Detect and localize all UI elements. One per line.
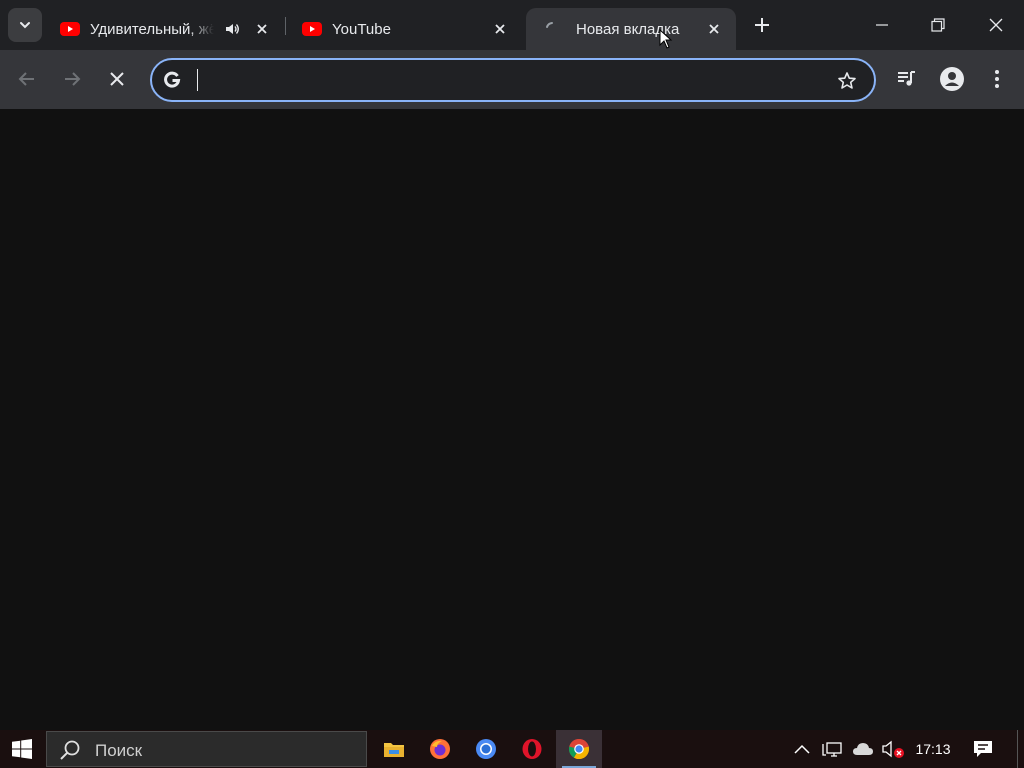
omnibox[interactable] [150,58,876,102]
back-button[interactable] [10,62,44,96]
bookmark-star-button[interactable] [833,67,861,95]
taskbar-app-firefox[interactable] [417,730,463,768]
search-placeholder: Поиск [95,741,143,760]
new-tab-button[interactable] [746,10,778,40]
toolbar [0,50,1024,109]
more-vert-icon [995,70,999,88]
close-window-button[interactable] [968,0,1024,50]
show-desktop-button[interactable] [1017,730,1018,768]
loading-spinner-icon [542,19,562,39]
media-queue-icon [898,71,915,86]
close-tab-icon[interactable] [488,17,512,41]
file-explorer-icon [384,743,404,757]
chevron-down-icon [20,22,30,29]
avatar-icon [940,67,964,91]
taskbar-app-file-explorer[interactable] [371,730,417,768]
windows-logo-icon [12,739,32,759]
close-icon [989,18,1003,32]
restore-button[interactable] [910,0,966,50]
tab-new-tab[interactable]: Новая вкладка [526,8,736,50]
page-content [0,109,1024,730]
taskbar-app-chromium[interactable] [463,730,509,768]
youtube-icon [302,19,322,39]
taskbar-app-opera[interactable] [509,730,555,768]
search-icon [60,740,80,760]
taskbar-app-chrome[interactable] [556,730,602,768]
tab-youtube[interactable]: YouTube [286,8,522,50]
action-center-button[interactable] [968,730,998,768]
forward-button[interactable] [55,62,89,96]
tab-title: Новая вкладка [576,20,680,38]
close-icon [110,72,124,86]
start-button[interactable] [0,730,44,768]
close-tab-icon[interactable] [250,17,274,41]
arrow-right-icon [65,72,81,86]
mouse-cursor-icon [659,29,673,49]
onedrive-tray-button[interactable] [850,730,876,768]
media-controls-button[interactable] [890,62,924,96]
tab-youtube-video[interactable]: Удивительный, жёлтый [44,8,284,50]
tab-title: YouTube [332,20,391,38]
stop-loading-button[interactable] [100,62,134,96]
volume-muted-icon [882,740,904,758]
minimize-button[interactable] [854,0,910,50]
notification-icon [974,741,992,757]
clock[interactable]: 17:13 [910,730,956,768]
show-hidden-icons-button[interactable] [790,730,814,768]
tab-search-button[interactable] [8,8,42,42]
chromium-icon [476,739,496,759]
network-tray-button[interactable] [820,730,844,768]
cloud-icon [853,743,873,755]
tab-strip: Удивительный, жёлтый YouTube Новая вклад… [0,0,1024,50]
taskbar: Поиск 17:13 [0,730,1024,768]
profile-button[interactable] [935,62,969,96]
browser-menu-button[interactable] [980,62,1014,96]
youtube-icon [60,19,80,39]
close-tab-icon[interactable] [702,17,726,41]
speaker-icon[interactable] [220,17,244,41]
plus-icon [755,18,769,32]
star-icon [838,72,856,89]
minimize-icon [876,24,888,26]
volume-tray-button[interactable] [880,730,906,768]
tab-title: Удивительный, жёлтый [90,20,214,38]
google-icon [164,71,181,88]
opera-icon [522,739,542,759]
taskbar-search-box[interactable]: Поиск [46,731,367,767]
network-icon [822,742,842,757]
firefox-icon [430,739,450,759]
chrome-icon [568,739,590,760]
arrow-left-icon [18,72,34,86]
address-input[interactable] [196,66,816,94]
text-caret [197,69,198,91]
restore-icon [931,18,945,32]
chevron-up-icon [794,744,810,754]
